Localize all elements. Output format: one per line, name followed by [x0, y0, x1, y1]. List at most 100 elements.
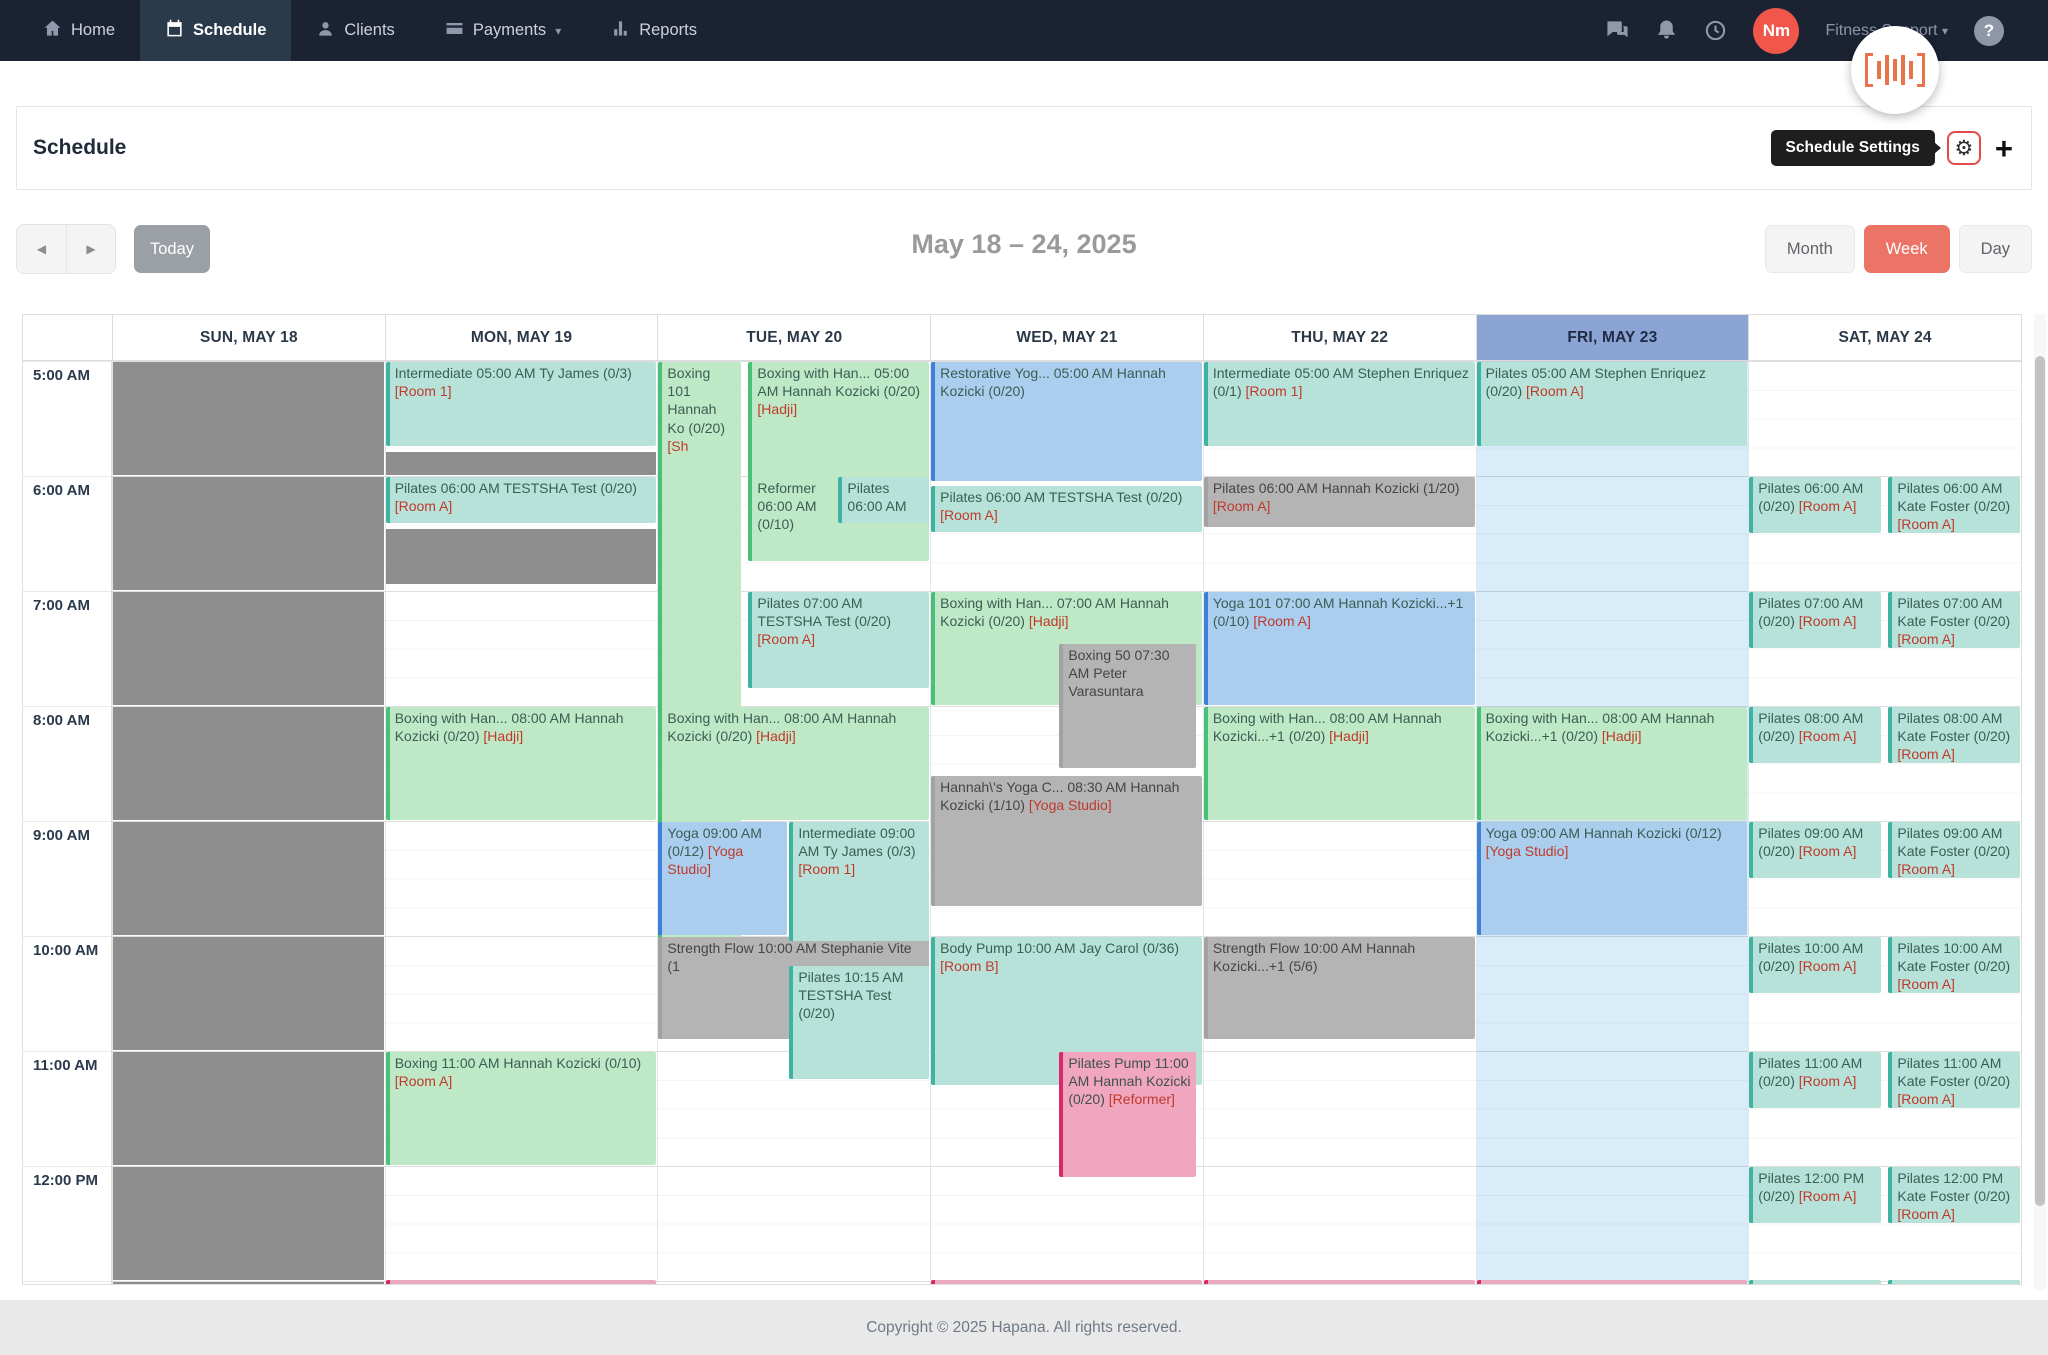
- page-header-card: Schedule Schedule Settings ⚙ +: [16, 106, 2032, 190]
- time-label: 6:00 AM: [33, 482, 90, 499]
- home-icon: [43, 19, 62, 43]
- calendar-event[interactable]: Pilates 06:00 AM Hannah Kozicki (1/20) […: [1203, 477, 1475, 527]
- day-header: THU, MAY 22: [1202, 315, 1476, 360]
- clients-icon: [316, 19, 335, 43]
- date-range-title: May 18 – 24, 2025: [911, 229, 1137, 259]
- top-navbar: Home Schedule Clients Payments ▾ Reports Nm F…: [0, 0, 2048, 61]
- schedule-settings-gear-button[interactable]: ⚙: [1946, 131, 1981, 165]
- nav-item-payments[interactable]: Payments ▾: [420, 0, 586, 61]
- reports-icon: [611, 19, 630, 43]
- messages-icon[interactable]: [1606, 19, 1629, 42]
- view-month-button[interactable]: Month: [1764, 225, 1855, 273]
- day-header: FRI, MAY 23: [1475, 315, 1749, 360]
- calendar-event[interactable]: Pilates 09:00 AM Kate Foster (0/20) [Roo…: [1888, 822, 2020, 878]
- calendar-event[interactable]: Pilates 08:00 AM Kate Foster (0/20) [Roo…: [1888, 707, 2020, 763]
- recent-activity-clock-icon[interactable]: [1704, 19, 1727, 42]
- time-label: 5:00 AM: [33, 367, 90, 384]
- view-day-button[interactable]: Day: [1958, 225, 2032, 273]
- time-label: 9:00 AM: [33, 827, 90, 844]
- calendar-event[interactable]: Pilates 11:00 AM Kate Foster (0/20) [Roo…: [1888, 1052, 2020, 1108]
- busy-block: [113, 477, 384, 590]
- calendar-event[interactable]: Pilates 06:00 AM (0/20) [Room A]: [1749, 477, 1881, 533]
- calendar-event[interactable]: Pilates 06:00 AM: [838, 477, 930, 524]
- busy-block: [385, 451, 657, 475]
- calendar-event[interactable]: Pilates 12:00 PM (0/20) [Room A]: [1749, 1167, 1881, 1223]
- calendar-event[interactable]: Pilates 11:00 AM (0/20) [Room A]: [1749, 1052, 1881, 1108]
- calendar-event[interactable]: Boxing 11:00 AM Hannah Kozicki (0/10) [R…: [385, 1052, 657, 1165]
- user-avatar[interactable]: Nm: [1753, 7, 1800, 54]
- calendar-event[interactable]: Intermediate 09:00 AM Ty James (0/3) [Ro…: [789, 822, 930, 941]
- calendar-event[interactable]: Pilates 08:00 AM (0/20) [Room A]: [1749, 707, 1881, 763]
- calendar-toolbar: ◀ ▶ Today May 18 – 24, 2025 Month Week D…: [16, 224, 2032, 274]
- calendar-event[interactable]: Pilates 06:00 AM Kate Foster (0/20) [Roo…: [1888, 477, 2020, 533]
- nav-item-home[interactable]: Home: [18, 0, 140, 61]
- nav-item-reports[interactable]: Reports: [586, 0, 722, 61]
- busy-block: [113, 822, 384, 935]
- calendar-event[interactable]: Pilates 10:15 AM TESTSHA Test (0/20): [789, 965, 930, 1079]
- help-button[interactable]: ?: [1974, 15, 2004, 46]
- nav-item-schedule[interactable]: Schedule: [140, 0, 292, 61]
- calendar-event[interactable]: Boxing with Han... 08:00 AM Hannah Kozic…: [385, 707, 657, 820]
- calendar-event[interactable]: Pilates 09:00 AM (0/20) [Room A]: [1749, 822, 1881, 878]
- page-title: Schedule: [33, 136, 127, 159]
- time-label: 12:00 PM: [33, 1172, 99, 1189]
- chevron-down-icon: ▾: [1941, 23, 1948, 38]
- chevron-right-icon: ▶: [86, 242, 96, 256]
- busy-block: [113, 707, 384, 820]
- notifications-bell-icon[interactable]: [1655, 19, 1678, 42]
- calendar-event[interactable]: Hannah\'s Yoga C... 08:30 AM Hannah Kozi…: [931, 776, 1202, 907]
- calendar-event[interactable]: Pilates 10:00 AM (0/20) [Room A]: [1749, 937, 1881, 993]
- chevron-down-icon: ▾: [555, 23, 562, 38]
- busy-block: [113, 592, 384, 705]
- support-widget-button[interactable]: [1851, 26, 1939, 114]
- calendar-event[interactable]: Yoga 09:00 AM Hannah Kozicki (0/12) [Yog…: [1476, 822, 1748, 935]
- calendar-event[interactable]: Pilates 10:00 AM Kate Foster (0/20) [Roo…: [1888, 937, 2020, 993]
- calendar-event[interactable]: Pilates 07:00 AM Kate Foster (0/20) [Roo…: [1888, 592, 2020, 648]
- calendar-event[interactable]: Pilates 07:00 AM TESTSHA Test (0/20) [Ro…: [748, 592, 930, 688]
- busy-block: [385, 528, 657, 585]
- calendar-scrollbar[interactable]: [2034, 314, 2046, 1290]
- footer-copyright: Copyright © 2025 Hapana. All rights rese…: [866, 1318, 1182, 1336]
- calendar-event[interactable]: Intermediate 05:00 AM Ty James (0/3) [Ro…: [385, 362, 657, 447]
- calendar-event[interactable]: Boxing with Han... 08:00 AM Hannah Kozic…: [1203, 707, 1475, 820]
- day-header: SUN, MAY 18: [112, 315, 385, 360]
- payments-icon: [445, 19, 464, 43]
- event-strip: [385, 1279, 657, 1284]
- busy-block: [113, 1052, 384, 1165]
- calendar-event[interactable]: Yoga 09:00 AM (0/12) [Yoga Studio]: [658, 822, 788, 935]
- calendar-event[interactable]: Intermediate 05:00 AM Stephen Enriquez (…: [1203, 362, 1475, 447]
- schedule-settings-tooltip: Schedule Settings: [1770, 130, 1941, 166]
- add-schedule-button[interactable]: +: [1993, 133, 2015, 164]
- calendar-event[interactable]: Strength Flow 10:00 AM Hannah Kozicki...…: [1203, 937, 1475, 1039]
- calendar-event[interactable]: Boxing with Han... 08:00 AM Hannah Kozic…: [1476, 707, 1748, 820]
- chevron-left-icon: ◀: [36, 242, 47, 256]
- gear-icon: ⚙: [1954, 136, 1974, 160]
- event-strip: [1203, 1279, 1475, 1284]
- today-button[interactable]: Today: [134, 225, 210, 273]
- event-strip: [931, 1279, 1202, 1284]
- calendar-event[interactable]: Boxing with Han... 08:00 AM Hannah Kozic…: [658, 707, 930, 820]
- view-week-button[interactable]: Week: [1863, 225, 1950, 273]
- prev-week-button[interactable]: ◀: [17, 225, 66, 273]
- calendar-day-header-row: SUN, MAY 18 MON, MAY 19 TUE, MAY 20 WED, MA…: [22, 314, 2022, 360]
- event-strip: [1476, 1279, 1748, 1284]
- scrollbar-thumb[interactable]: [2035, 356, 2045, 1206]
- day-header: MON, MAY 19: [384, 315, 658, 360]
- calendar-event[interactable]: Yoga 101 07:00 AM Hannah Kozicki...+1 (0…: [1203, 592, 1475, 705]
- calendar-event[interactable]: Pilates 05:00 AM Stephen Enriquez (0/20)…: [1476, 362, 1748, 447]
- busy-block: [113, 937, 384, 1050]
- calendar-event[interactable]: Restorative Yog... 05:00 AM Hannah Kozic…: [931, 362, 1202, 481]
- calendar-event[interactable]: Boxing 50 07:30 AM Peter Varasuntara: [1059, 643, 1197, 769]
- time-gutter: [23, 361, 112, 1284]
- nav-item-clients[interactable]: Clients: [291, 0, 419, 61]
- next-week-button[interactable]: ▶: [66, 225, 115, 273]
- calendar-event[interactable]: Pilates 07:00 AM (0/20) [Room A]: [1749, 592, 1881, 648]
- busy-block: [113, 1282, 384, 1284]
- calendar-event[interactable]: Pilates 12:00 PM Kate Foster (0/20) [Roo…: [1888, 1167, 2020, 1223]
- calendar-event[interactable]: Reformer 06:00 AM (0/10): [748, 477, 831, 562]
- calendar-event[interactable]: Pilates Pump 11:00 AM Hannah Kozicki (0/…: [1059, 1052, 1197, 1177]
- event-strip: [1749, 1279, 1881, 1284]
- time-label: 10:00 AM: [33, 942, 99, 959]
- calendar-event[interactable]: Pilates 06:00 AM TESTSHA Test (0/20) [Ro…: [931, 486, 1202, 533]
- calendar-event[interactable]: Pilates 06:00 AM TESTSHA Test (0/20) [Ro…: [385, 477, 657, 524]
